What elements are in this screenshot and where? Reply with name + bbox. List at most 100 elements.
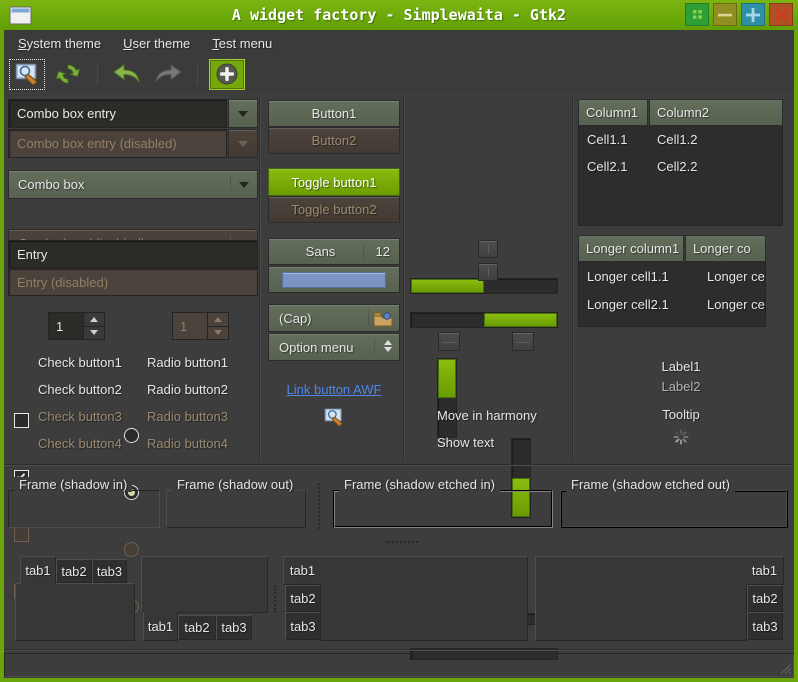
window-border-bottom bbox=[0, 678, 798, 682]
tooltip-label: Tooltip bbox=[578, 407, 784, 422]
table-row[interactable]: Cell1.1 Cell1.2 bbox=[579, 126, 782, 153]
progress-bar-vertical-1 bbox=[437, 358, 457, 438]
spin-up-button[interactable] bbox=[84, 313, 104, 326]
scale-handle[interactable] bbox=[438, 332, 460, 351]
progress-fill bbox=[438, 359, 456, 398]
tab-tab1[interactable]: tab1 bbox=[283, 556, 321, 585]
chevron-down-icon bbox=[238, 141, 248, 147]
column-header[interactable]: Column1 bbox=[578, 99, 648, 126]
toolbar bbox=[4, 56, 794, 92]
chevron-down-icon bbox=[238, 111, 248, 117]
radio-button-1[interactable] bbox=[124, 428, 139, 443]
menu-test-menu[interactable]: Test menu bbox=[201, 32, 283, 55]
font-name: Sans bbox=[278, 244, 363, 259]
scale-handle[interactable] bbox=[478, 240, 498, 258]
dotted-separator-vertical bbox=[274, 585, 276, 613]
entry[interactable]: Entry bbox=[8, 240, 258, 268]
menu-system-theme[interactable]: System theme bbox=[7, 32, 112, 55]
tab-tab3[interactable]: tab3 bbox=[216, 615, 252, 640]
radio-button-3 bbox=[124, 542, 139, 557]
frame-shadow-etched-in: Frame (shadow etched in) bbox=[333, 477, 553, 528]
color-swatch bbox=[282, 272, 386, 288]
link-button[interactable]: Link button AWF bbox=[268, 382, 400, 397]
refresh-tool-button[interactable] bbox=[50, 59, 86, 90]
close-button[interactable] bbox=[769, 3, 793, 26]
label2: Label2 bbox=[578, 379, 784, 394]
theme-icon bbox=[14, 62, 40, 86]
check-button-1[interactable] bbox=[14, 413, 29, 428]
spin-down-button[interactable] bbox=[84, 326, 104, 340]
tab-tab1[interactable]: tab1 bbox=[143, 612, 178, 641]
horizontal-separator bbox=[4, 649, 794, 651]
column-header[interactable]: Longer co bbox=[685, 235, 766, 262]
tree-view-2: Longer column1 Longer co Longer cell1.1 … bbox=[578, 235, 766, 327]
tab-tab2[interactable]: tab2 bbox=[178, 615, 216, 640]
column-separator bbox=[572, 97, 574, 459]
combo-box-entry-field[interactable]: Combo box entry bbox=[8, 99, 227, 128]
frame-label: Frame (shadow out) bbox=[172, 477, 298, 492]
table-row[interactable]: Longer cell3.1 Longer ce bbox=[579, 318, 765, 327]
spinner-icon bbox=[673, 429, 689, 448]
toggle-button1[interactable]: Toggle button1 bbox=[268, 168, 400, 196]
arrow-down-icon bbox=[90, 330, 98, 335]
table-row[interactable]: Longer cell1.1 Longer ce bbox=[579, 262, 765, 290]
file-chooser-button[interactable]: (Cap) bbox=[268, 304, 400, 332]
column-header[interactable]: Column2 bbox=[649, 99, 783, 126]
table-row[interactable]: Longer cell2.1 Longer ce bbox=[579, 290, 765, 318]
window-title: A widget factory - Simplewaita - Gtk2 bbox=[0, 6, 798, 24]
check-button-1-label: Check button1 bbox=[38, 355, 122, 370]
maximize-icon bbox=[746, 8, 760, 22]
check-button-3 bbox=[14, 527, 29, 542]
frame-label: Frame (shadow etched out) bbox=[566, 477, 735, 492]
window-border-left bbox=[0, 30, 4, 678]
undo-tool-button[interactable] bbox=[109, 59, 145, 90]
titlebar[interactable]: A widget factory - Simplewaita - Gtk2 bbox=[0, 0, 798, 30]
restore-icon bbox=[692, 9, 703, 20]
tab-tab2[interactable]: tab2 bbox=[56, 559, 92, 583]
button2: Button2 bbox=[268, 127, 400, 154]
undo-icon bbox=[112, 63, 142, 85]
scale-handle[interactable] bbox=[478, 263, 498, 281]
tab-tab1[interactable]: tab1 bbox=[20, 556, 56, 584]
combo-box-entry-dropdown[interactable] bbox=[228, 99, 258, 128]
frame-label: Frame (shadow in) bbox=[14, 477, 132, 492]
tab-tab3[interactable]: tab3 bbox=[92, 559, 127, 583]
notebook-bottom-body bbox=[141, 556, 268, 613]
minimize-button[interactable] bbox=[713, 3, 737, 26]
scale-handle[interactable] bbox=[512, 332, 534, 351]
radio-button-1-label: Radio button1 bbox=[147, 355, 228, 370]
maximize-button[interactable] bbox=[741, 3, 765, 26]
close-icon bbox=[775, 8, 788, 21]
column-separator bbox=[259, 97, 261, 459]
option-menu[interactable]: Option menu bbox=[268, 333, 400, 361]
spin-button[interactable]: 1 bbox=[48, 312, 105, 340]
check-button-2-label: Check button2 bbox=[38, 382, 122, 397]
tab-tab1[interactable]: tab1 bbox=[746, 556, 784, 585]
label1: Label1 bbox=[578, 359, 784, 374]
menu-user-theme[interactable]: User theme bbox=[112, 32, 201, 55]
frame-shadow-etched-out: Frame (shadow etched out) bbox=[560, 477, 788, 528]
font-button[interactable]: Sans 12 bbox=[268, 238, 400, 265]
theme-tool-button[interactable] bbox=[9, 59, 45, 90]
notebook-left-body bbox=[320, 556, 528, 641]
spin-button-disabled: 1 bbox=[172, 312, 229, 340]
tab-tab2[interactable]: tab2 bbox=[285, 585, 321, 612]
table-row[interactable]: Cell2.1 Cell2.2 bbox=[579, 153, 782, 180]
color-button[interactable] bbox=[268, 266, 400, 293]
restore-button[interactable] bbox=[685, 3, 709, 26]
tab-tab2[interactable]: tab2 bbox=[747, 585, 783, 612]
tab-tab3[interactable]: tab3 bbox=[747, 612, 783, 640]
redo-tool-button[interactable] bbox=[150, 59, 186, 90]
frame-label: Frame (shadow etched in) bbox=[339, 477, 500, 492]
toolbar-separator bbox=[197, 63, 198, 85]
divider bbox=[368, 310, 369, 326]
column-header[interactable]: Longer column1 bbox=[578, 235, 684, 262]
updown-arrows-icon bbox=[384, 340, 392, 352]
notebook-top-body bbox=[15, 583, 135, 641]
add-tool-button[interactable] bbox=[209, 59, 245, 90]
resize-grip[interactable] bbox=[778, 661, 792, 675]
radio-button-2-label: Radio button2 bbox=[147, 382, 228, 397]
tab-tab3[interactable]: tab3 bbox=[285, 612, 321, 640]
button1[interactable]: Button1 bbox=[268, 100, 400, 127]
combo-box[interactable]: Combo box bbox=[8, 170, 258, 199]
